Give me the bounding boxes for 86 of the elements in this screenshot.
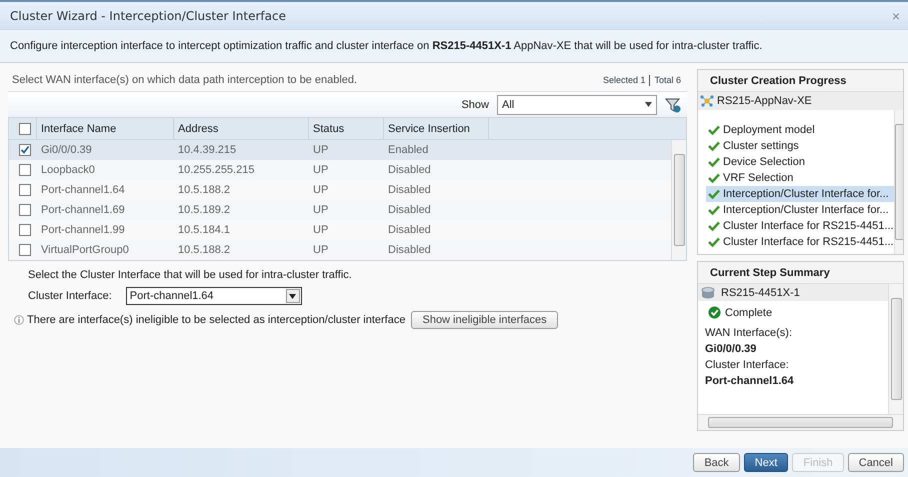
- checkbox[interactable]: [19, 164, 31, 176]
- summary-label: Cluster Interface:: [705, 359, 790, 371]
- show-ineligible-button[interactable]: Show ineligible interfaces: [411, 311, 558, 329]
- caret-icon: [289, 294, 296, 298]
- cluster-interface-label: Cluster Interface:: [28, 290, 112, 302]
- table-row[interactable]: Loopback0 10.255.255.215 UP Disabled: [9, 160, 671, 180]
- instruction-text: Select WAN interface(s) on which data path interception to be enabled.: [12, 74, 358, 86]
- progress-step[interactable]: Cluster settings: [706, 138, 894, 154]
- complete-icon: [708, 306, 721, 319]
- show-dropdown[interactable]: All: [497, 94, 657, 114]
- checkbox[interactable]: [19, 144, 31, 156]
- total-count: Total 6: [654, 74, 681, 86]
- checkbox[interactable]: [19, 184, 31, 196]
- wizard-button[interactable]: Back: [693, 453, 740, 472]
- selected-count: Selected 1: [602, 74, 646, 86]
- network-icon: [700, 95, 714, 107]
- check-icon: [708, 157, 720, 167]
- table-cell-text: Port-channel1.69: [40, 204, 126, 216]
- table-cell-text: UP: [312, 164, 330, 176]
- table-cell-text: 10.5.184.1: [177, 224, 231, 236]
- progress-step[interactable]: Cluster Interface for RS215-4451...: [706, 218, 894, 234]
- check-icon: [708, 125, 720, 135]
- column-header: Address: [174, 118, 309, 139]
- window-title: Cluster Wizard - Interception/Cluster Interface: [10, 8, 287, 22]
- wizard-button[interactable]: Next: [744, 453, 788, 472]
- info-note: There are interface(s) ineligible to be selected as interception/cluster interface: [27, 314, 406, 326]
- progress-step[interactable]: Interception/Cluster Interface for...: [706, 202, 894, 218]
- table-cell-text: Disabled: [387, 224, 432, 236]
- table-cell-text: Disabled: [387, 204, 432, 216]
- wizard-button[interactable]: Cancel: [848, 453, 904, 472]
- table-cell-text: UP: [312, 184, 330, 196]
- table-cell-text: Loopback0: [40, 164, 96, 176]
- table-row[interactable]: VirtualPortGroup0 10.5.188.2 UP Disabled: [9, 240, 671, 260]
- table-cell-text: Port-channel1.99: [40, 224, 126, 236]
- check-icon: [708, 221, 720, 231]
- progress-step[interactable]: Interception/Cluster Interface for...: [706, 186, 894, 202]
- table-cell-text: Enabled: [387, 144, 430, 156]
- check-icon: [708, 173, 720, 183]
- instruction-text: Select the Cluster Interface that will be used for intra-cluster traffic.: [28, 269, 353, 281]
- summary-value: Port-channel1.64: [705, 375, 795, 387]
- status-text: Complete: [725, 306, 772, 318]
- table-row[interactable]: Port-channel1.99 10.5.184.1 UP Disabled: [9, 220, 671, 240]
- table-cell-text: UP: [312, 224, 330, 236]
- cluster-interface-dropdown[interactable]: Port-channel1.64: [126, 287, 302, 305]
- table-cell-text: UP: [312, 204, 330, 216]
- table-row[interactable]: Port-channel1.69 10.5.189.2 UP Disabled: [9, 200, 671, 220]
- column-header: Interface Name: [37, 118, 174, 139]
- checkbox[interactable]: [19, 204, 31, 216]
- table-cell-text: 10.5.188.2: [177, 244, 231, 256]
- info-icon: [14, 315, 24, 325]
- table-row[interactable]: Port-channel1.64 10.5.188.2 UP Disabled: [9, 180, 671, 200]
- table-row[interactable]: Gi0/0/0.39 10.4.39.215 UP Enabled: [9, 140, 671, 160]
- progress-step[interactable]: Device Selection: [706, 154, 894, 170]
- table-cell-text: Disabled: [387, 184, 432, 196]
- table-cell-text: 10.255.255.215: [177, 164, 256, 176]
- column-header: Service Insertion: [384, 118, 489, 139]
- description-text: Configure interception interface to intercept optimization traffic and cluster interface on RS215-4451X-1 AppNav-XE that will be used for intra-cluster traffic.: [10, 40, 762, 52]
- table-cell-text: UP: [312, 144, 330, 156]
- column-header: Status: [309, 118, 384, 139]
- table-cell-text: 10.5.188.2: [177, 184, 231, 196]
- table-cell-text: 10.4.39.215: [177, 144, 238, 156]
- table-cell-text: 10.5.189.2: [177, 204, 231, 216]
- check-icon: [708, 141, 720, 151]
- panel-header: Cluster Creation Progress: [698, 70, 903, 92]
- check-icon: [708, 189, 720, 199]
- summary-label: WAN Interface(s):: [705, 327, 793, 339]
- progress-step[interactable]: VRF Selection: [706, 170, 894, 186]
- table-cell-text: Port-channel1.64: [40, 184, 126, 196]
- summary-value: Gi0/0/0.39: [705, 343, 758, 355]
- table-cell-text: VirtualPortGroup0: [40, 244, 130, 256]
- table-cell-text: Disabled: [387, 164, 432, 176]
- progress-step[interactable]: Cluster Interface for RS215-4451...: [706, 234, 894, 250]
- caret-icon: [645, 102, 652, 107]
- show-label: Show: [461, 98, 489, 110]
- panel-header: Current Step Summary: [698, 262, 903, 284]
- table-cell-text: Gi0/0/0.39: [40, 144, 93, 156]
- progress-step[interactable]: Deployment model: [706, 122, 894, 138]
- table-cell-text: UP: [312, 244, 330, 256]
- router-icon: [701, 286, 715, 298]
- check-icon: [708, 237, 720, 247]
- checkbox[interactable]: [18, 122, 30, 134]
- check-icon: [708, 205, 720, 215]
- table-cell-text: Disabled: [387, 244, 432, 256]
- checkbox[interactable]: [19, 244, 31, 256]
- filter-icon[interactable]: [665, 96, 681, 112]
- checkbox[interactable]: [19, 224, 31, 236]
